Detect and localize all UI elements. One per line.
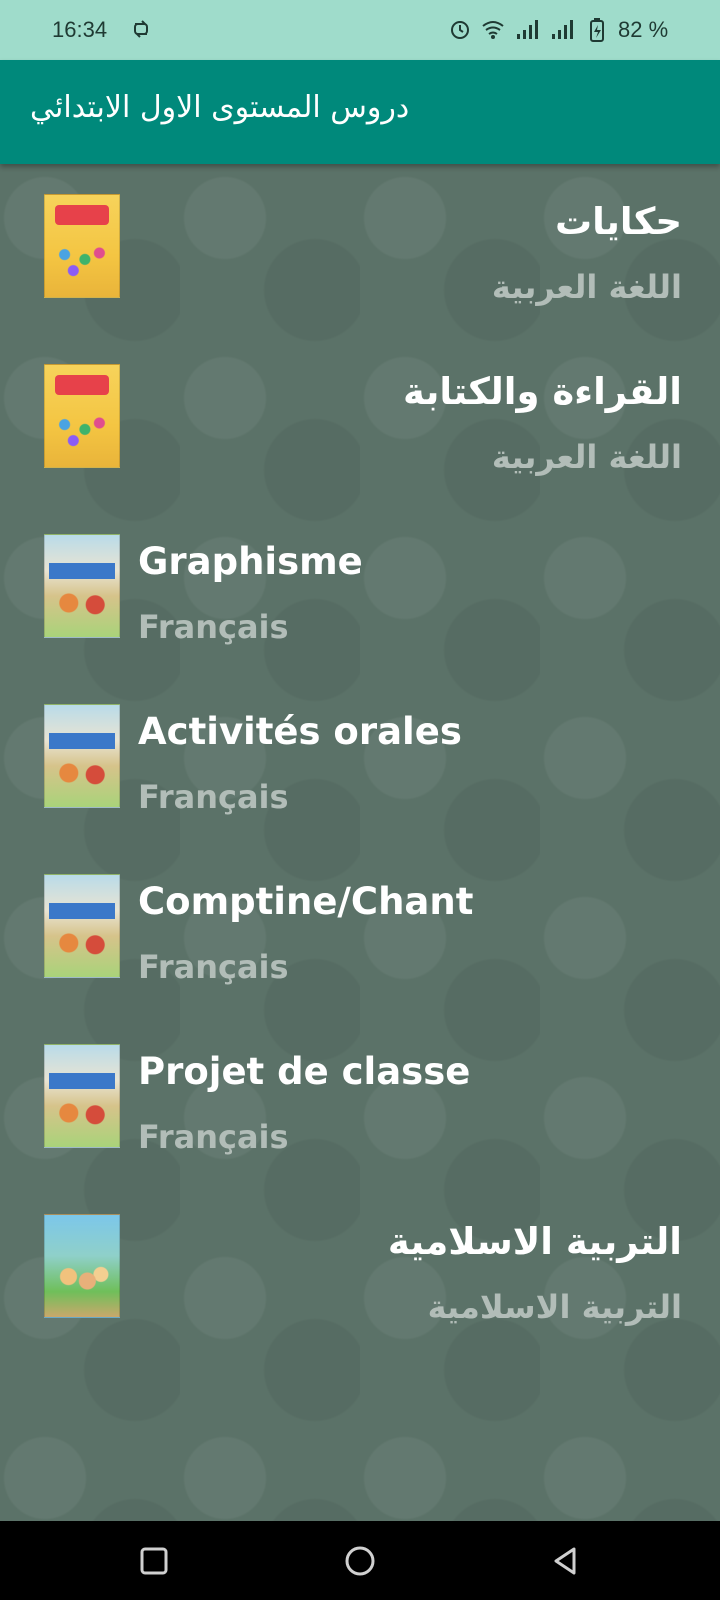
alarm-icon (449, 18, 471, 45)
list-item[interactable]: Projet de classe Français (0, 1014, 720, 1184)
item-title: القراءة والكتابة (403, 370, 682, 413)
book-cover-thumbnail (44, 1044, 120, 1148)
list-item[interactable]: التربية الاسلامية التربية الاسلامية (0, 1184, 720, 1354)
status-bar: 16:34 82 % (0, 0, 720, 60)
item-subtitle: اللغة العربية (491, 268, 682, 306)
item-title: حكايات (554, 200, 682, 243)
book-cover-thumbnail (44, 364, 120, 468)
recents-square-icon[interactable] (136, 1543, 172, 1579)
item-subtitle: Français (138, 778, 289, 816)
list-item[interactable]: Activités orales Français (0, 674, 720, 844)
signal-icon (515, 18, 539, 45)
item-subtitle: Français (138, 948, 289, 986)
item-title: Activités orales (138, 710, 462, 753)
list-item[interactable]: القراءة والكتابة اللغة العربية (0, 334, 720, 504)
navigation-bar (0, 1521, 720, 1600)
wifi-icon (481, 18, 505, 45)
item-title: التربية الاسلامية (387, 1220, 682, 1263)
back-triangle-icon[interactable] (548, 1543, 584, 1579)
item-subtitle: Français (138, 608, 289, 646)
list-item[interactable]: Comptine/Chant Français (0, 844, 720, 1014)
list-item[interactable]: حكايات اللغة العربية (0, 164, 720, 334)
page-title: دروس المستوى الاول الابتدائي (30, 90, 410, 125)
home-circle-icon[interactable] (342, 1543, 378, 1579)
item-title: Comptine/Chant (138, 880, 474, 923)
lessons-list[interactable]: حكايات اللغة العربية القراءة والكتابة ال… (0, 164, 720, 1521)
app-bar: دروس المستوى الاول الابتدائي (0, 60, 720, 164)
battery-charging-icon (590, 18, 604, 47)
battery-percentage: 82 % (618, 17, 669, 42)
item-subtitle: Français (138, 1118, 289, 1156)
book-cover-thumbnail (44, 874, 120, 978)
book-cover-thumbnail (44, 534, 120, 638)
book-cover-thumbnail (44, 1214, 120, 1318)
item-title: Projet de classe (138, 1050, 471, 1093)
status-time: 16:34 (52, 17, 108, 42)
book-cover-thumbnail (44, 194, 120, 298)
sync-icon (132, 18, 150, 45)
signal-icon (550, 18, 574, 45)
list-item[interactable]: Graphisme Français (0, 504, 720, 674)
book-cover-thumbnail (44, 704, 120, 808)
item-title: Graphisme (138, 540, 363, 583)
item-subtitle: اللغة العربية (491, 438, 682, 476)
item-subtitle: التربية الاسلامية (427, 1288, 682, 1326)
